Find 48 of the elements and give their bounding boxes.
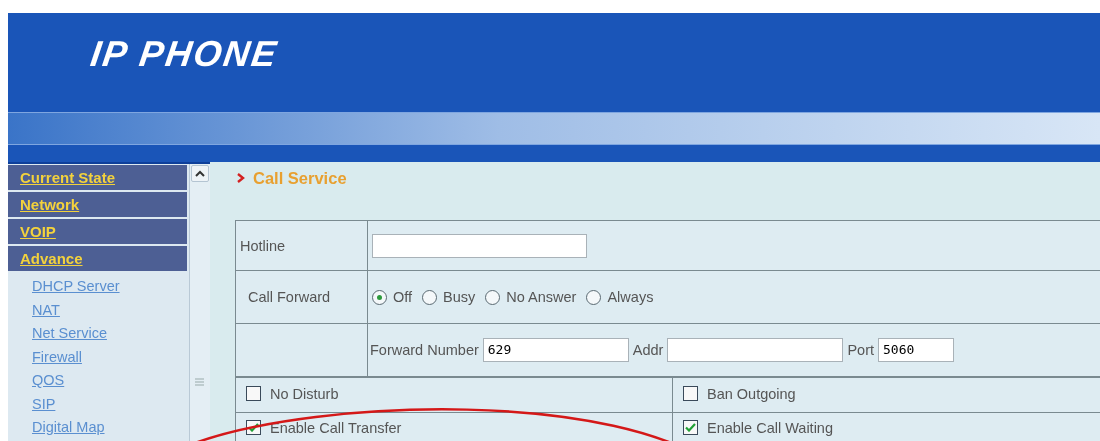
checkbox[interactable] (683, 420, 698, 436)
field-label: Call Forward (248, 289, 331, 305)
scrollbar-grip-icon (195, 378, 205, 386)
radio-button[interactable] (422, 289, 438, 305)
hotline-input[interactable] (372, 233, 587, 258)
nav-section-link[interactable]: Advance (8, 246, 188, 271)
nav-section-link[interactable]: Network (8, 192, 188, 217)
chevron-right-icon (237, 173, 245, 183)
radio-option[interactable]: Off (372, 289, 413, 305)
checkbox-label: Enable Call Waiting (707, 419, 833, 436)
radio-button[interactable] (485, 289, 501, 305)
checkbox-label: Ban Outgoing (707, 385, 796, 402)
checkbox-option[interactable]: Ban Outgoing (683, 385, 796, 402)
radio-label: No Answer (506, 289, 577, 305)
caret-up-icon (195, 170, 206, 177)
nav-link[interactable]: Net Service (32, 322, 107, 346)
radio-label: Always (607, 289, 654, 305)
port-input[interactable]: 5060 (878, 338, 954, 362)
field-label: Forward Number (370, 342, 479, 358)
radio-label: Busy (443, 289, 476, 305)
forward-number-input[interactable]: 629 (482, 338, 629, 362)
checkbox-label: No Disturb (270, 385, 339, 402)
section-title: Call Service (253, 168, 347, 188)
checkbox-label: Enable Call Transfer (270, 419, 402, 436)
field-label: Hotline (240, 237, 286, 254)
radio-option[interactable]: Busy (422, 289, 476, 305)
radio-button[interactable] (372, 289, 387, 305)
checkbox[interactable] (683, 386, 698, 402)
radio-option[interactable]: No Answer (485, 289, 577, 305)
logo-title: IP PHONE (88, 33, 281, 75)
nav-section-link[interactable]: VOIP (8, 219, 188, 244)
checkbox-option[interactable]: No Disturb (246, 385, 339, 402)
scrollbar[interactable] (189, 164, 210, 441)
nav-link[interactable]: SIP (32, 392, 56, 416)
addr-input[interactable] (667, 338, 844, 362)
radio-button[interactable] (586, 289, 602, 305)
nav-link[interactable]: NAT (32, 298, 60, 322)
field-label: Port (847, 342, 874, 358)
nav-link[interactable]: Firewall (32, 345, 82, 369)
checkbox[interactable] (246, 386, 261, 402)
scroll-up-button[interactable] (191, 165, 210, 182)
radio-option[interactable]: Always (586, 289, 654, 305)
nav-link[interactable]: Digital Map (32, 416, 105, 440)
nav-section-link[interactable]: Current State (8, 165, 188, 190)
nav-link[interactable]: DHCP Server (32, 275, 120, 299)
nav-link[interactable]: QOS (32, 369, 65, 393)
field-label: Addr (632, 342, 664, 358)
radio-label: Off (393, 289, 413, 305)
